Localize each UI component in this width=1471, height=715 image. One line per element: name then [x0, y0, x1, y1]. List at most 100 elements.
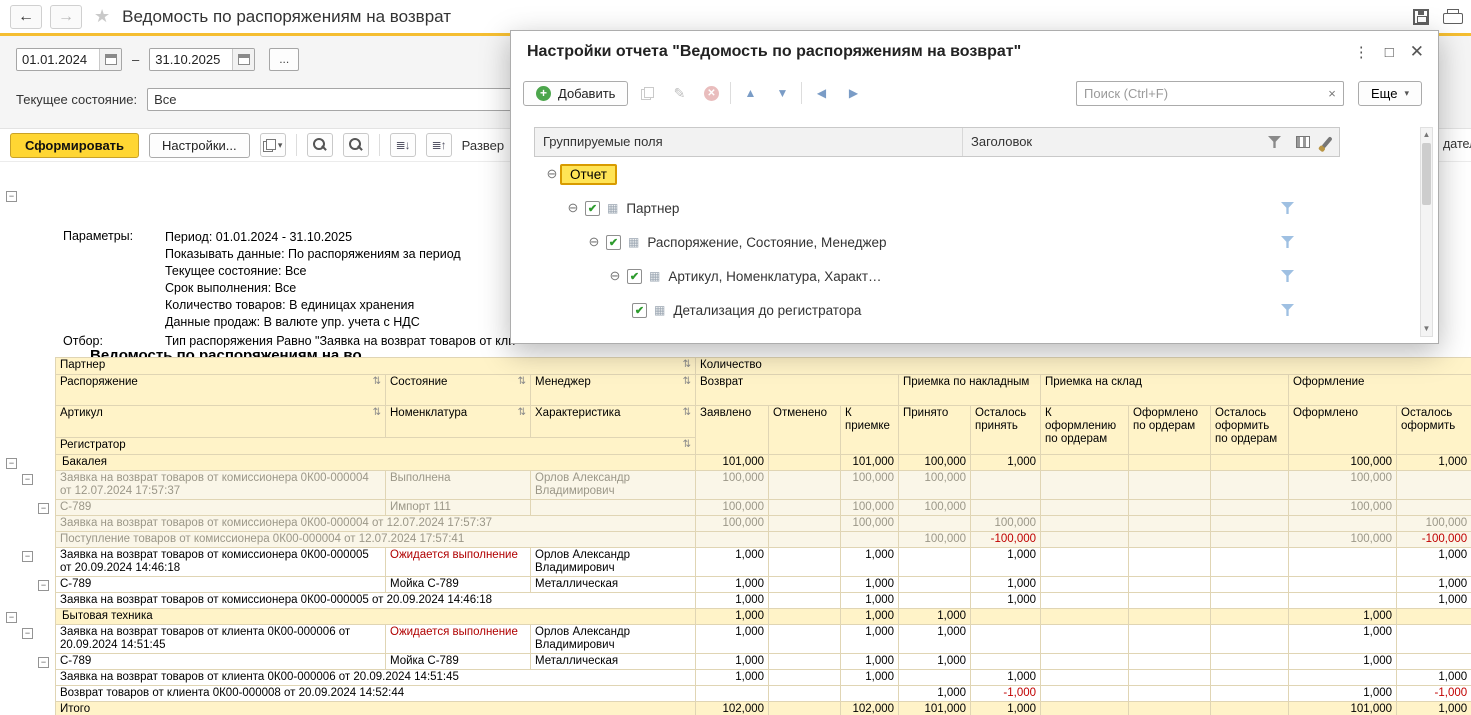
table-cell[interactable] — [1211, 625, 1289, 654]
table-cell[interactable]: 100,000 — [696, 516, 769, 532]
table-cell[interactable] — [1129, 625, 1211, 654]
table-cell[interactable]: Заявка на возврат товаров от клиента 0К0… — [56, 625, 386, 654]
filter-icon[interactable] — [1281, 270, 1294, 282]
table-cell[interactable] — [1289, 593, 1397, 609]
table-cell[interactable] — [971, 625, 1041, 654]
table-cell[interactable] — [1397, 625, 1471, 654]
columns-settings-icon[interactable] — [1296, 136, 1310, 148]
table-cell[interactable]: Мойка С-789 — [386, 654, 531, 670]
collapse-icon[interactable]: ⊖ — [544, 166, 560, 182]
table-cell[interactable]: 1,000 — [899, 625, 971, 654]
table-cell[interactable]: 1,000 — [1289, 609, 1397, 625]
table-cell[interactable] — [769, 532, 841, 548]
table-cell[interactable] — [769, 471, 841, 500]
table-cell[interactable] — [899, 593, 971, 609]
table-cell[interactable] — [531, 500, 696, 516]
group-expander-icon[interactable]: − — [6, 612, 17, 623]
add-button[interactable]: + Добавить — [523, 81, 628, 106]
move-down-button[interactable]: ▼ — [769, 80, 795, 106]
table-cell[interactable]: Итого — [56, 702, 696, 715]
table-cell[interactable] — [1041, 625, 1129, 654]
table-cell[interactable] — [769, 702, 841, 715]
checkbox[interactable]: ✔ — [606, 235, 621, 250]
table-cell[interactable]: 1,000 — [1397, 548, 1471, 577]
column-header-value[interactable]: Осталось оформить по ордерам — [1211, 406, 1289, 455]
table-cell[interactable]: 1,000 — [899, 686, 971, 702]
move-left-button[interactable]: ◀ — [808, 80, 834, 106]
table-cell[interactable] — [1041, 500, 1129, 516]
sort-icon[interactable]: ⇅ — [518, 407, 526, 420]
table-cell[interactable] — [1129, 609, 1211, 625]
table-cell[interactable]: 1,000 — [971, 670, 1041, 686]
table-cell[interactable]: 102,000 — [841, 702, 899, 715]
table-cell[interactable]: Металлическая — [531, 654, 696, 670]
delete-button[interactable]: ✕ — [698, 80, 724, 106]
table-cell[interactable] — [1041, 577, 1129, 593]
table-cell[interactable]: 1,000 — [1289, 654, 1397, 670]
calendar-button[interactable] — [99, 49, 121, 70]
table-row[interactable]: Поступление товаров от комиссионера 0К00… — [56, 532, 1471, 548]
table-cell[interactable] — [1041, 686, 1129, 702]
column-header-order[interactable]: Распоряжение⇅ — [56, 375, 386, 406]
column-header-partner[interactable]: Партнер⇅ — [56, 358, 696, 375]
move-right-button[interactable]: ▶ — [840, 80, 866, 106]
group-expander-icon[interactable]: − — [6, 458, 17, 469]
table-cell[interactable]: Заявка на возврат товаров от комиссионер… — [56, 471, 386, 500]
column-group-registration[interactable]: Оформление — [1289, 375, 1471, 406]
sort-descending-button[interactable]: ≣↓ — [390, 133, 416, 157]
sort-icon[interactable]: ⇅ — [518, 376, 526, 389]
table-cell[interactable]: Поступление товаров от комиссионера 0К00… — [56, 532, 696, 548]
table-cell[interactable]: 102,000 — [696, 702, 769, 715]
table-cell[interactable]: Заявка на возврат товаров от комиссионер… — [56, 516, 696, 532]
status-cell[interactable]: Ожидается выполнение — [386, 625, 531, 654]
dialog-scrollbar[interactable]: ▲ ▼ — [1420, 127, 1433, 337]
sort-icon[interactable]: ⇅ — [683, 376, 691, 389]
table-cell[interactable] — [1211, 654, 1289, 670]
column-header-value[interactable]: Принято — [899, 406, 971, 455]
table-cell[interactable] — [1211, 548, 1289, 577]
table-cell[interactable]: 101,000 — [696, 455, 769, 471]
copy-settings-button[interactable]: ▾ — [260, 133, 286, 157]
table-cell[interactable]: Бакалея — [56, 455, 696, 471]
table-row[interactable]: Возврат товаров от клиента 0К00-000008 о… — [56, 686, 1471, 702]
table-cell[interactable]: С-789 — [56, 500, 386, 516]
table-cell[interactable] — [1397, 471, 1471, 500]
table-cell[interactable] — [1397, 500, 1471, 516]
collapse-icon[interactable]: ⊖ — [586, 234, 602, 250]
column-header-value[interactable]: Осталось оформить — [1397, 406, 1471, 455]
group-expander-icon[interactable]: − — [22, 628, 33, 639]
table-cell[interactable] — [1129, 654, 1211, 670]
column-header-value[interactable]: К оформлению по ордерам — [1041, 406, 1129, 455]
edit-button[interactable]: ✎ — [666, 80, 692, 106]
table-cell[interactable] — [899, 516, 971, 532]
table-cell[interactable] — [769, 670, 841, 686]
table-cell[interactable]: 1,000 — [1397, 455, 1471, 471]
table-cell[interactable]: 1,000 — [1289, 625, 1397, 654]
table-cell[interactable]: 1,000 — [1397, 577, 1471, 593]
date-to-input[interactable] — [150, 49, 232, 70]
table-cell[interactable]: 1,000 — [971, 577, 1041, 593]
table-cell[interactable]: -1,000 — [971, 686, 1041, 702]
kebab-menu-icon[interactable]: ⋮ — [1354, 43, 1369, 61]
table-cell[interactable] — [769, 455, 841, 471]
table-cell[interactable]: 1,000 — [971, 455, 1041, 471]
table-cell[interactable] — [769, 577, 841, 593]
table-row[interactable]: С-789Импорт 111100,000100,000100,000100,… — [56, 500, 1471, 516]
table-cell[interactable]: 1,000 — [841, 548, 899, 577]
forward-arrow-icon[interactable]: → — [50, 5, 82, 29]
table-cell[interactable] — [696, 686, 769, 702]
table-cell[interactable] — [1041, 532, 1129, 548]
table-cell[interactable]: 1,000 — [899, 609, 971, 625]
table-cell[interactable] — [1129, 686, 1211, 702]
table-cell[interactable] — [971, 654, 1041, 670]
table-row[interactable]: Заявка на возврат товаров от комиссионер… — [56, 516, 1471, 532]
table-cell[interactable] — [1041, 471, 1129, 500]
table-cell[interactable]: 1,000 — [841, 577, 899, 593]
table-cell[interactable]: 1,000 — [696, 548, 769, 577]
table-cell[interactable] — [1129, 702, 1211, 715]
sort-icon[interactable]: ⇅ — [683, 439, 691, 452]
table-cell[interactable]: 100,000 — [1289, 471, 1397, 500]
column-header-value[interactable]: Заявлено — [696, 406, 769, 455]
column-header-state[interactable]: Состояние⇅ — [386, 375, 531, 406]
table-cell[interactable]: С-789 — [56, 654, 386, 670]
